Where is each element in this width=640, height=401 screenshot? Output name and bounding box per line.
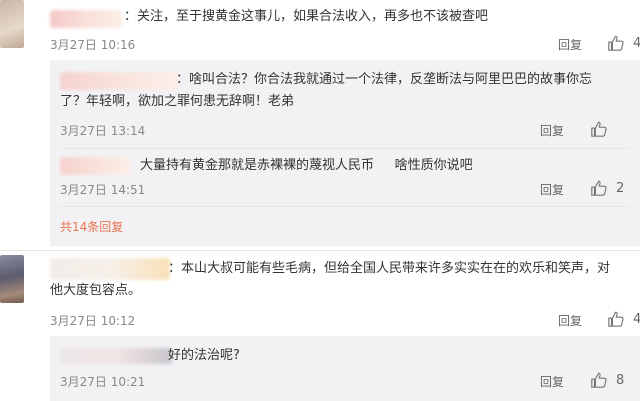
username-redacted[interactable] — [50, 10, 122, 28]
like-count: 4 — [633, 35, 640, 51]
reply-text: 好的法治呢? — [168, 348, 240, 363]
thumbs-up-icon — [591, 121, 607, 137]
reply-button[interactable]: 回复 — [558, 37, 582, 53]
like-button[interactable]: 8 — [590, 371, 624, 389]
like-count: 8 — [616, 372, 625, 388]
reply-time: 3月27日 10:21 — [60, 375, 146, 389]
reply-button[interactable]: 回复 — [558, 313, 582, 329]
comment-2: ：本山大叔可能有些毛病，但给全国人民带来许多实实在在的欢乐和笑声，对 他大度包容… — [0, 250, 640, 401]
reply-text: 大量持有黄金那就是赤裸裸的蔑视人民币 啥性质你说吧 — [140, 158, 473, 173]
like-button[interactable]: 4 — [607, 310, 640, 328]
comment-time: 3月27日 10:16 — [50, 38, 136, 52]
username-redacted[interactable] — [50, 258, 170, 280]
like-button[interactable]: 2 — [590, 179, 624, 197]
reply-text-line1: ：啥叫合法？你合法我就通过一个法律，反垄断法与阿里巴巴的故事你忘 — [176, 72, 593, 87]
comment-text-line1: ：本山大叔可能有些毛病，但给全国人民带来许多实实在在的欢乐和笑声，对 — [168, 261, 611, 276]
reply-time: 3月27日 14:51 — [60, 183, 146, 197]
replies-panel: 好的法治呢? 3月27日 10:21 回复 8 — [50, 336, 640, 401]
comment-1: ：关注，至于搜黄金这事儿，如果合法收入，再多也不该被查吧 3月27日 10:16… — [0, 0, 640, 246]
avatar[interactable] — [0, 255, 24, 303]
username-redacted[interactable] — [60, 348, 172, 364]
comment-text: ：关注，至于搜黄金这事儿，如果合法收入，再多也不该被查吧 — [124, 9, 489, 24]
reply-time: 3月27日 13:14 — [60, 124, 146, 138]
like-count: 2 — [616, 180, 625, 196]
reply-button[interactable]: 回复 — [540, 374, 564, 390]
reply-button[interactable]: 回复 — [540, 123, 564, 139]
avatar[interactable] — [0, 0, 24, 48]
thumbs-up-icon — [608, 35, 624, 51]
comment-time: 3月27日 10:12 — [50, 314, 136, 328]
reply-button[interactable]: 回复 — [540, 182, 564, 198]
like-button[interactable]: 4 — [607, 34, 640, 52]
like-count: 4 — [633, 311, 640, 327]
like-button[interactable] — [590, 120, 616, 138]
thumbs-up-icon — [591, 372, 607, 388]
divider — [60, 148, 630, 149]
comment-text-line2: 他大度包容点。 — [50, 283, 142, 298]
more-replies-link[interactable]: 共14条回复 — [60, 219, 123, 235]
thumbs-up-icon — [591, 180, 607, 196]
username-redacted[interactable] — [60, 157, 130, 175]
reply-text-line2: 了？年轻啊，欲加之罪何患无辞啊！老弟 — [60, 94, 295, 109]
username-redacted[interactable] — [60, 72, 178, 90]
divider — [60, 206, 630, 207]
thumbs-up-icon — [608, 311, 624, 327]
replies-panel: ：啥叫合法？你合法我就通过一个法律，反垄断法与阿里巴巴的故事你忘 了？年轻啊，欲… — [50, 60, 640, 246]
